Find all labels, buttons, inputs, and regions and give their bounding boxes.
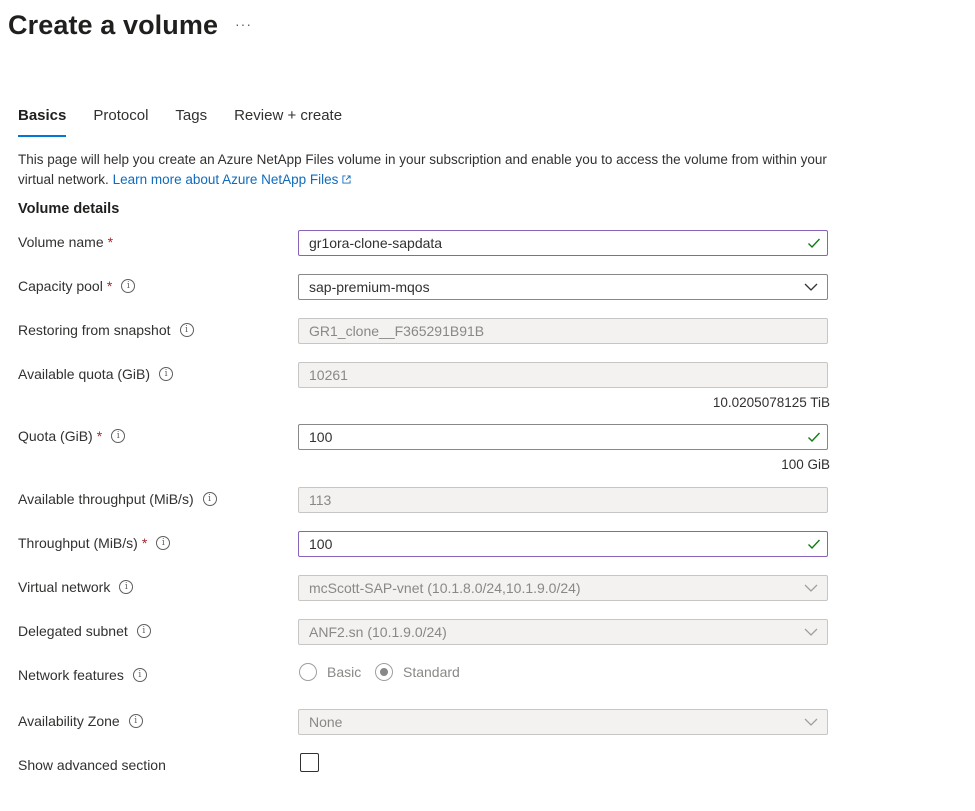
row-delegated-subnet: Delegated subnet i ANF2.sn (10.1.9.0/24) (18, 619, 830, 645)
radio-circle (299, 663, 317, 681)
quota-value: 100 (309, 429, 333, 445)
tab-review-create[interactable]: Review + create (234, 107, 342, 133)
required-marker: * (96, 428, 103, 444)
info-icon[interactable]: i (159, 367, 174, 381)
row-restoring-snapshot: Restoring from snapshot i GR1_clone__F365… (18, 318, 830, 344)
radio-circle-selected (375, 663, 393, 681)
restoring-snapshot-value: GR1_clone__F365291B91B (309, 323, 485, 339)
volume-name-input[interactable]: gr1ora-clone-sapdata (298, 230, 828, 256)
learn-more-link[interactable]: Learn more about Azure NetApp Files (113, 172, 352, 187)
capacity-pool-label-text: Capacity pool (18, 278, 103, 294)
info-icon[interactable]: i (202, 492, 217, 506)
show-advanced-checkbox[interactable] (300, 753, 319, 772)
learn-more-link-label: Learn more about Azure NetApp Files (112, 171, 339, 187)
info-icon[interactable]: i (132, 668, 147, 682)
available-quota-label: Available quota (GiB) i (18, 366, 174, 382)
available-quota-value: 10261 (309, 367, 348, 383)
row-show-advanced: Show advanced section (18, 753, 830, 779)
delegated-subnet-label-text: Delegated subnet (18, 623, 128, 639)
valid-check-icon (808, 539, 821, 550)
available-quota-input: 10261 (298, 362, 828, 388)
volume-name-label: Volume name * (18, 234, 113, 250)
available-throughput-input: 113 (298, 487, 828, 513)
tab-protocol[interactable]: Protocol (93, 107, 148, 133)
show-advanced-label: Show advanced section (18, 757, 166, 773)
quota-hint: 100 GiB (781, 457, 830, 472)
intro-text: This page will help you create an Azure … (18, 150, 838, 189)
more-options-button[interactable]: ··· (235, 16, 252, 32)
row-available-quota: Available quota (GiB) i 10261 10.02050781… (18, 362, 830, 410)
tab-basics[interactable]: Basics (18, 107, 67, 137)
availability-zone-label-text: Availability Zone (18, 713, 120, 729)
capacity-pool-label: Capacity pool * i (18, 278, 136, 294)
available-quota-hint: 10.0205078125 TiB (712, 395, 830, 410)
required-marker: * (141, 535, 148, 551)
available-quota-label-text: Available quota (GiB) (18, 366, 151, 382)
quota-input[interactable]: 100 (298, 424, 828, 450)
volume-name-value: gr1ora-clone-sapdata (309, 235, 443, 251)
info-icon[interactable]: i (136, 624, 151, 638)
row-availability-zone: Availability Zone i None (18, 709, 830, 735)
network-features-label: Network features i (18, 667, 147, 683)
restoring-label-text: Restoring from snapshot (18, 322, 171, 338)
info-icon[interactable]: i (156, 536, 171, 550)
volume-name-label-text: Volume name (18, 234, 104, 250)
row-network-features: Network features i Basic Standard (18, 663, 830, 689)
required-marker: * (106, 278, 113, 294)
radio-basic-label: Basic (327, 664, 362, 680)
quota-label-text: Quota (GiB) (18, 428, 93, 444)
info-icon[interactable]: i (128, 714, 143, 728)
info-icon[interactable]: i (111, 429, 126, 443)
info-icon[interactable]: i (179, 323, 194, 337)
available-throughput-value: 113 (309, 492, 332, 508)
info-icon[interactable]: i (121, 279, 136, 293)
available-throughput-label: Available throughput (MiB/s) i (18, 491, 217, 507)
network-features-label-text: Network features (18, 667, 124, 683)
chevron-down-icon (804, 283, 818, 291)
external-link-icon (342, 174, 351, 184)
tab-tags[interactable]: Tags (175, 107, 207, 133)
radio-standard-label: Standard (403, 664, 460, 680)
throughput-label: Throughput (MiB/s) * i (18, 535, 171, 551)
delegated-subnet-dropdown: ANF2.sn (10.1.9.0/24) (298, 619, 828, 645)
chevron-down-icon (804, 718, 818, 726)
row-available-throughput: Available throughput (MiB/s) i 113 (18, 487, 830, 513)
availability-zone-dropdown: None (298, 709, 828, 735)
restoring-label: Restoring from snapshot i (18, 322, 194, 338)
row-quota: Quota (GiB) * i 100 100 GiB (18, 424, 830, 472)
chevron-down-icon (804, 584, 818, 592)
delegated-subnet-label: Delegated subnet i (18, 623, 151, 639)
restoring-snapshot-input: GR1_clone__F365291B91B (298, 318, 828, 344)
virtual-network-dropdown: mcScott-SAP-vnet (10.1.8.0/24,10.1.9.0/2… (298, 575, 828, 601)
virtual-network-value: mcScott-SAP-vnet (10.1.8.0/24,10.1.9.0/2… (309, 580, 581, 596)
radio-basic: Basic (299, 663, 361, 681)
throughput-value: 100 (309, 536, 333, 552)
quota-label: Quota (GiB) * i (18, 428, 126, 444)
delegated-subnet-value: ANF2.sn (10.1.9.0/24) (309, 624, 447, 640)
virtual-network-label: Virtual network i (18, 579, 134, 595)
row-virtual-network: Virtual network i mcScott-SAP-vnet (10.1.… (18, 575, 830, 601)
virtual-network-label-text: Virtual network (18, 579, 111, 595)
required-marker: * (107, 234, 114, 250)
capacity-pool-dropdown[interactable]: sap-premium-mqos (298, 274, 828, 300)
row-volume-name: Volume name * gr1ora-clone-sapdata (18, 230, 830, 256)
row-capacity-pool: Capacity pool * i sap-premium-mqos (18, 274, 830, 300)
section-title-volume-details: Volume details (18, 201, 120, 217)
row-throughput: Throughput (MiB/s) * i 100 (18, 531, 830, 557)
valid-check-icon (808, 432, 821, 443)
availability-zone-value: None (309, 714, 343, 730)
tab-bar: Basics Protocol Tags Review + create (18, 107, 369, 137)
throughput-label-text: Throughput (MiB/s) (18, 535, 138, 551)
info-icon[interactable]: i (119, 580, 134, 594)
capacity-pool-value: sap-premium-mqos (309, 279, 430, 295)
radio-standard: Standard (375, 663, 460, 681)
chevron-down-icon (804, 628, 818, 636)
throughput-input[interactable]: 100 (298, 531, 828, 557)
page-title: Create a volume (8, 10, 219, 40)
available-throughput-label-text: Available throughput (MiB/s) (18, 491, 194, 507)
valid-check-icon (808, 238, 821, 249)
availability-zone-label: Availability Zone i (18, 713, 143, 729)
